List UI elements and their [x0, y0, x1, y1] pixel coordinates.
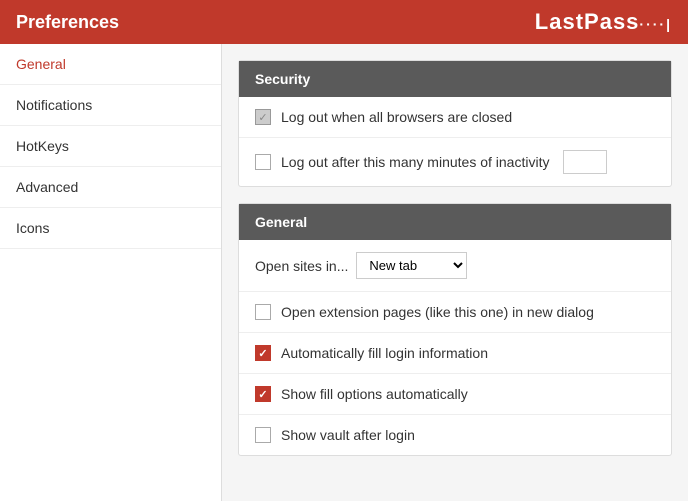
app-logo: LastPass····|	[535, 9, 672, 35]
open-extension-pages-label: Open extension pages (like this one) in …	[281, 304, 594, 320]
general-section: General Open sites in... New tab Current…	[238, 203, 672, 456]
logout-inactivity-label: Log out after this many minutes of inact…	[281, 154, 549, 170]
content-area: Security Log out when all browsers are c…	[222, 44, 688, 501]
general-section-body: Open sites in... New tab Current tab New…	[239, 240, 671, 455]
show-fill-options-checkbox[interactable]	[255, 386, 271, 402]
sidebar-item-notifications[interactable]: Notifications	[0, 85, 221, 126]
security-section-header: Security	[239, 61, 671, 97]
show-vault-login-checkbox[interactable]	[255, 427, 271, 443]
sidebar: GeneralNotificationsHotKeysAdvancedIcons	[0, 44, 222, 501]
auto-fill-login-checkbox[interactable]	[255, 345, 271, 361]
show-vault-login-label: Show vault after login	[281, 427, 415, 443]
sidebar-item-icons[interactable]: Icons	[0, 208, 221, 249]
sidebar-item-hotkeys[interactable]: HotKeys	[0, 126, 221, 167]
logout-inactivity-row: Log out after this many minutes of inact…	[239, 138, 671, 186]
logout-browsers-label: Log out when all browsers are closed	[281, 109, 512, 125]
open-sites-select[interactable]: New tab Current tab New window	[356, 252, 467, 279]
open-sites-label: Open sites in...	[255, 258, 348, 274]
show-fill-options-label: Show fill options automatically	[281, 386, 468, 402]
main-layout: GeneralNotificationsHotKeysAdvancedIcons…	[0, 44, 688, 501]
inactivity-minutes-input[interactable]	[563, 150, 607, 174]
app-header: Preferences LastPass····|	[0, 0, 688, 44]
show-fill-options-row: Show fill options automatically	[239, 374, 671, 415]
auto-fill-login-label: Automatically fill login information	[281, 345, 488, 361]
auto-fill-login-row: Automatically fill login information	[239, 333, 671, 374]
logout-browsers-checkbox[interactable]	[255, 109, 271, 125]
logout-browsers-row: Log out when all browsers are closed	[239, 97, 671, 138]
open-extension-pages-checkbox[interactable]	[255, 304, 271, 320]
logout-inactivity-checkbox[interactable]	[255, 154, 271, 170]
open-extension-pages-row: Open extension pages (like this one) in …	[239, 292, 671, 333]
general-section-header: General	[239, 204, 671, 240]
sidebar-item-advanced[interactable]: Advanced	[0, 167, 221, 208]
page-title: Preferences	[16, 12, 119, 33]
show-vault-login-row: Show vault after login	[239, 415, 671, 455]
sidebar-item-general[interactable]: General	[0, 44, 221, 85]
security-section: Security Log out when all browsers are c…	[238, 60, 672, 187]
open-sites-row: Open sites in... New tab Current tab New…	[239, 240, 671, 292]
security-section-body: Log out when all browsers are closed Log…	[239, 97, 671, 186]
